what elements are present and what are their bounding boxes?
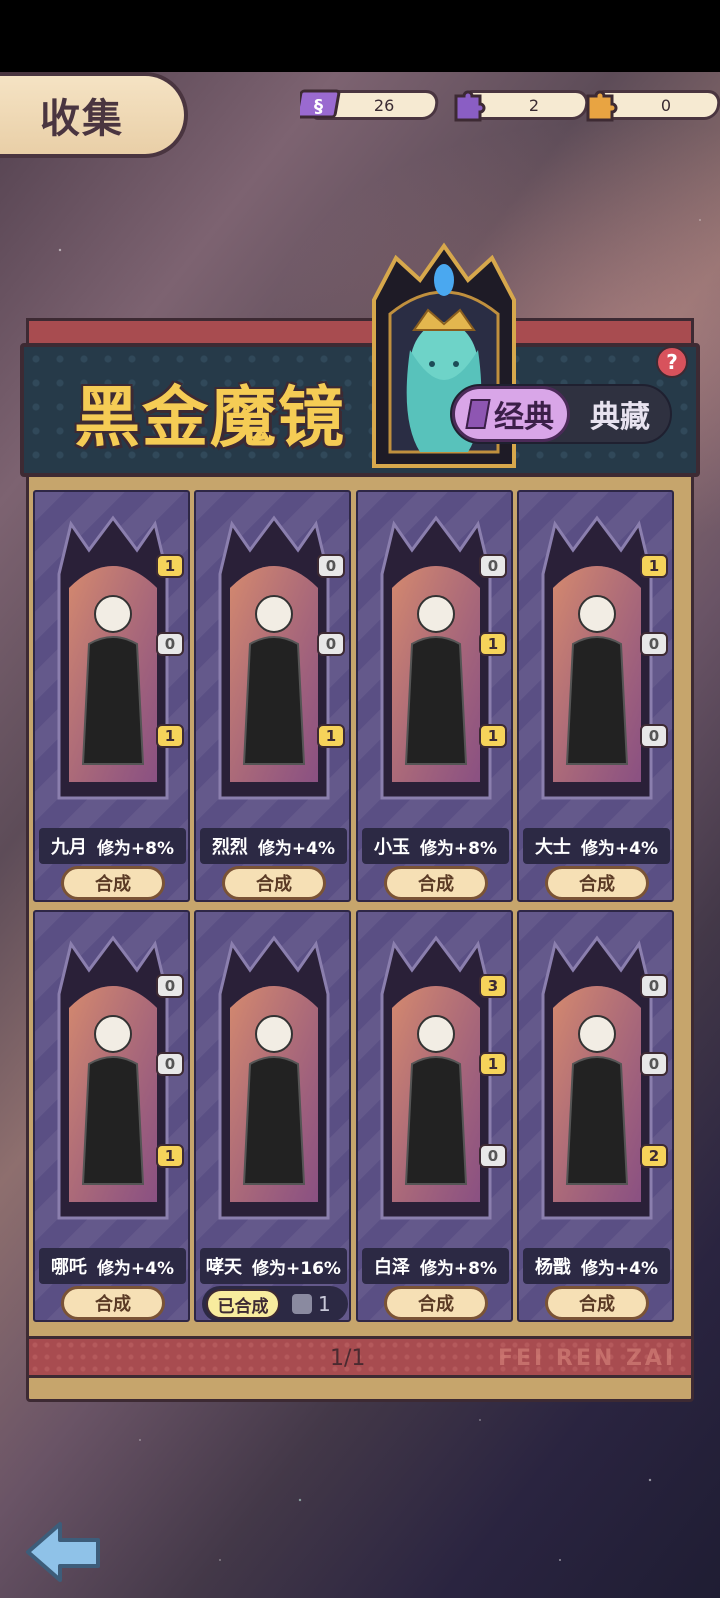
fragment-count-badge: 1	[479, 632, 507, 656]
fragment-count-badge: 1	[640, 554, 668, 578]
tab-collection[interactable]: 典藏	[572, 386, 668, 442]
character-portrait	[210, 934, 338, 1224]
synthesize-button[interactable]: 合成	[384, 866, 488, 900]
fragment-count-badge: 1	[479, 1052, 507, 1076]
fragment-count-badge: 0	[640, 1052, 668, 1076]
cultivation-bonus: 修为+4%	[580, 838, 659, 859]
synthesize-button[interactable]: 合成	[545, 1286, 649, 1320]
fragment-count-badge: 1	[156, 1144, 184, 1168]
character-name: 哪吒	[50, 1257, 87, 1278]
back-button[interactable]	[24, 1518, 104, 1584]
cultivation-bonus: 修为+8%	[96, 838, 175, 859]
character-name-bar: 哪吒 修为+4%	[39, 1248, 186, 1284]
fragment-count-badge: 3	[479, 974, 507, 998]
character-name-bar: 杨戬 修为+4%	[523, 1248, 670, 1284]
cultivation-bonus: 修为+8%	[419, 838, 498, 859]
magic-mirror-emblem	[340, 240, 548, 480]
purple-puzzle-icon	[446, 82, 490, 126]
fragment-count-badge: 1	[156, 724, 184, 748]
fragment-count-badge: 0	[479, 554, 507, 578]
character-name-bar: 烈烈 修为+4%	[200, 828, 347, 864]
tab-classic[interactable]: 经典	[452, 386, 570, 442]
character-card[interactable]: 3 1 0 白泽 修为+8% 合成	[356, 910, 513, 1322]
card-icon	[465, 399, 491, 429]
fragment-count-badge: 1	[156, 554, 184, 578]
fragment-count-badge: 1	[479, 724, 507, 748]
merged-badge: 已合成	[206, 1289, 280, 1319]
character-name: 九月	[50, 837, 87, 858]
watermark-text: FEI REN ZAI	[498, 1346, 677, 1371]
fragment-count-badge: 2	[640, 1144, 668, 1168]
cultivation-bonus: 修为+4%	[96, 1258, 175, 1279]
page-indicator: 1/1	[330, 1346, 366, 1371]
character-name: 哮天	[206, 1257, 243, 1278]
fragment-count-badge: 0	[317, 554, 345, 578]
character-name-bar: 白泽 修为+8%	[362, 1248, 509, 1284]
synthesize-button[interactable]: 合成	[61, 1286, 165, 1320]
owned-count: 1	[292, 1292, 331, 1316]
back-arrow-icon	[26, 1522, 100, 1582]
character-name-bar: 哮天 修为+16%	[200, 1248, 347, 1284]
fragment-count-badge: 0	[156, 1052, 184, 1076]
fragment-count-badge: 0	[479, 1144, 507, 1168]
synthesize-button[interactable]: 合成	[222, 866, 326, 900]
character-name: 小玉	[373, 837, 410, 858]
character-card[interactable]: 0 0 1 烈烈 修为+4% 合成	[194, 490, 351, 902]
character-card[interactable]: 1 0 0 大士 修为+4% 合成	[517, 490, 674, 902]
collection-screen: 收集 26 § 2 0 黑金魔镜 经典 典藏 ? 1 0 1 九月 修为+8% 合成 0 0 1…	[0, 0, 720, 1598]
cultivation-bonus: 修为+4%	[257, 838, 336, 859]
status-bar	[0, 0, 720, 72]
fragment-count-badge: 0	[317, 632, 345, 656]
puzzle-piece-icon	[292, 1294, 312, 1314]
series-title: 黑金魔镜	[74, 379, 346, 456]
character-card[interactable]: 0 0 1 哪吒 修为+4% 合成	[33, 910, 190, 1322]
character-name-bar: 大士 修为+4%	[523, 828, 670, 864]
page-title: 收集	[40, 96, 124, 142]
character-card[interactable]: 0 0 2 杨戬 修为+4% 合成	[517, 910, 674, 1322]
character-name: 白泽	[373, 1257, 410, 1278]
fragment-count-badge: 0	[156, 632, 184, 656]
merged-status: 已合成 1	[202, 1286, 348, 1322]
fragment-count-badge: 0	[156, 974, 184, 998]
character-name-bar: 九月 修为+8%	[39, 828, 186, 864]
synthesize-button[interactable]: 合成	[545, 866, 649, 900]
character-card[interactable]: 1 0 1 九月 修为+8% 合成	[33, 490, 190, 902]
character-card[interactable]: 哮天 修为+16% 已合成 1	[194, 910, 351, 1322]
synthesize-button[interactable]: 合成	[384, 1286, 488, 1320]
cultivation-bonus: 修为+8%	[419, 1258, 498, 1279]
fragment-count-badge: 0	[640, 632, 668, 656]
help-button[interactable]: ?	[656, 346, 688, 378]
svg-text:§: §	[314, 96, 323, 117]
cultivation-bonus: 修为+16%	[252, 1258, 341, 1279]
character-card[interactable]: 0 1 1 小玉 修为+8% 合成	[356, 490, 513, 902]
synthesize-button[interactable]: 合成	[61, 866, 165, 900]
fragment-count-badge: 0	[640, 724, 668, 748]
ticket-icon: §	[300, 82, 344, 126]
orange-puzzle-icon	[578, 82, 622, 126]
fragment-count-badge: 1	[317, 724, 345, 748]
character-name-bar: 小玉 修为+8%	[362, 828, 509, 864]
character-name: 杨戬	[534, 1257, 571, 1278]
cultivation-bonus: 修为+4%	[580, 1258, 659, 1279]
character-name: 烈烈	[211, 837, 248, 858]
fragment-count-badge: 0	[640, 974, 668, 998]
character-name: 大士	[534, 837, 571, 858]
page-title-tab: 收集	[0, 72, 188, 158]
